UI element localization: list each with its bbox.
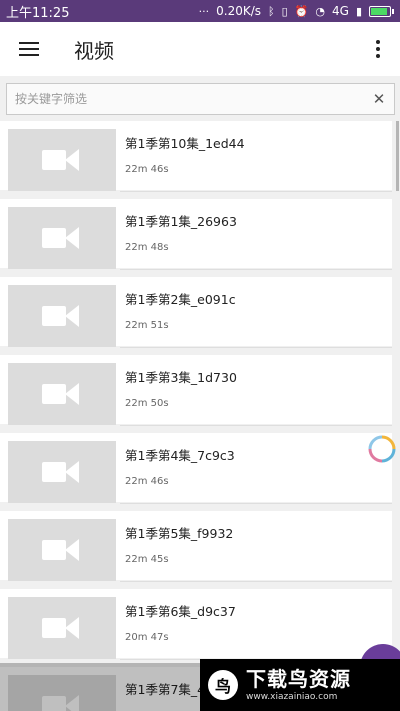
video-duration: 22m 48s [125,242,169,253]
menu-button[interactable] [0,22,58,76]
page-title: 视频 [74,38,114,63]
filter-input[interactable] [7,92,364,106]
app-bar: 视频 [0,22,400,76]
video-thumbnail [8,441,116,503]
video-item[interactable]: 第1季第4集_7c9c3 22m 46s [0,433,392,504]
video-item[interactable]: 第1季第1集_26963 22m 48s [0,199,392,270]
video-item[interactable]: 第1季第6集_d9c37 20m 47s [0,589,392,660]
watermark-url: www.xiazainiao.com [246,692,338,702]
video-title: 第1季第4集_7c9c3 [125,448,235,463]
clear-icon[interactable]: ✕ [364,84,394,114]
video-thumbnail [8,129,116,191]
alarm-icon: ⏰ [294,4,309,18]
divider [120,425,392,426]
video-duration: 22m 51s [125,320,169,331]
scrollbar[interactable] [396,121,399,191]
video-item[interactable]: 第1季第3集_1d730 22m 50s [0,355,392,426]
signal-icon: ▮ [355,4,362,18]
video-camera-icon [42,226,82,250]
video-title: 第1季第2集_e091c [125,292,236,307]
status-bar: 上午11:25 ··· 0.20K/s ᛒ ▯ ⏰ ◔ 4G ▮ [0,0,400,22]
divider [120,581,392,582]
status-time: 上午11:25 [6,5,70,21]
video-duration: 22m 46s [125,476,169,487]
wifi-icon: ◔ [315,4,325,18]
status-icons: ··· 0.20K/s ᛒ ▯ ⏰ ◔ 4G ▮ [199,4,394,18]
video-camera-icon [42,382,82,406]
video-thumbnail [8,363,116,425]
video-title: 第1季第6集_d9c37 [125,604,236,619]
more-dots-icon: ··· [198,4,210,18]
video-thumbnail [8,597,116,659]
bird-logo-icon: 鸟 [208,670,238,700]
overflow-menu-button[interactable] [368,35,388,63]
loading-spinner-icon [368,435,396,463]
video-camera-icon [42,538,82,562]
hamburger-icon [19,42,39,56]
video-duration: 22m 46s [125,164,169,175]
divider [120,347,392,348]
network-speed: 0.20K/s [216,4,262,18]
filter-search-box: ✕ [6,83,395,115]
video-duration: 20m 47s [125,632,169,643]
divider [120,269,392,270]
video-thumbnail [8,285,116,347]
video-title: 第1季第10集_1ed44 [125,136,245,151]
watermark-brand: 下载鸟资源 [246,667,351,691]
video-camera-icon [42,616,82,640]
video-item[interactable]: 第1季第10集_1ed44 22m 46s [0,121,392,192]
battery-icon [369,5,394,17]
video-item[interactable]: 第1季第2集_e091c 22m 51s [0,277,392,348]
video-camera-icon [42,460,82,484]
video-thumbnail [8,207,116,269]
vibrate-icon: ▯ [281,4,288,18]
video-list[interactable]: 第1季第10集_1ed44 22m 46s 第1季第1集_26963 22m 4… [0,121,400,711]
watermark-logo: 鸟 下载鸟资源 www.xiazainiao.com [200,659,400,711]
video-thumbnail [8,519,116,581]
video-camera-icon [42,304,82,328]
video-title: 第1季第5集_f9932 [125,526,234,541]
video-item[interactable]: 第1季第5集_f9932 22m 45s [0,511,392,582]
video-duration: 22m 50s [125,398,169,409]
divider [120,503,392,504]
divider [120,191,392,192]
bluetooth-icon: ᛒ [268,4,275,18]
network-type: 4G [332,4,349,18]
video-duration: 22m 45s [125,554,169,565]
video-camera-icon [42,148,82,172]
video-title: 第1季第3集_1d730 [125,370,237,385]
video-title: 第1季第1集_26963 [125,214,237,229]
